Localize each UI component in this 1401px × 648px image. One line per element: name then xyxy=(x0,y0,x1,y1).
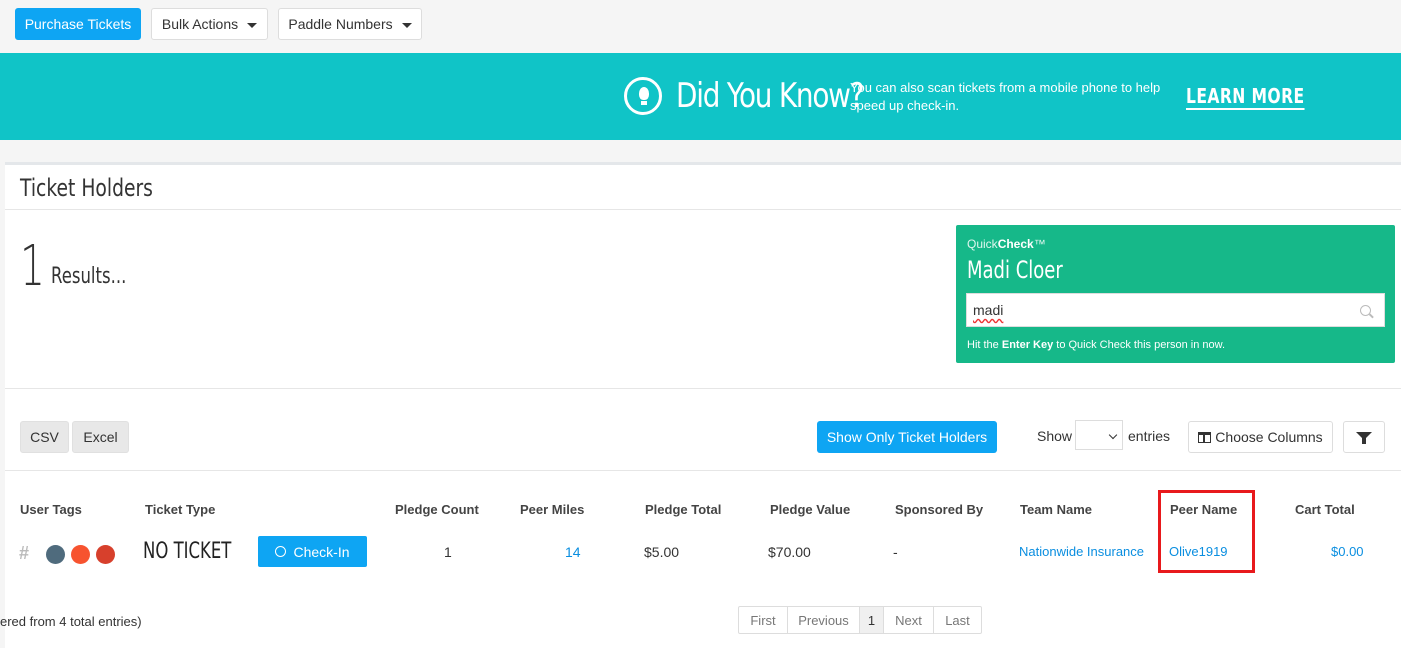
brand-tm: ™ xyxy=(1033,237,1046,251)
pagination: First Previous 1 Next Last xyxy=(738,606,982,634)
quickcheck-hint: Hit the Enter Key to Quick Check this pe… xyxy=(967,339,1225,351)
column-header-pledge-count[interactable]: Pledge Count xyxy=(395,502,479,517)
quickcheck-match-name: Madi Cloer xyxy=(967,256,1063,284)
show-label: Show xyxy=(1037,428,1073,444)
cart-total-link[interactable]: $0.00 xyxy=(1331,544,1364,559)
divider xyxy=(5,209,1401,210)
caret-down-icon xyxy=(247,23,258,28)
user-tag-dot[interactable] xyxy=(96,545,115,564)
user-tag-dot[interactable] xyxy=(71,545,90,564)
user-tag-dot[interactable] xyxy=(46,545,65,564)
choose-columns-label: Choose Columns xyxy=(1215,429,1323,445)
paddle-numbers-label: Paddle Numbers xyxy=(288,16,393,32)
quickcheck-brand: QuickCheck™ xyxy=(967,237,1046,251)
table-info: ered from 4 total entries) xyxy=(0,614,142,629)
brand-light: Quick xyxy=(967,237,998,251)
show-only-label: Show Only Ticket Holders xyxy=(826,429,988,445)
search-icon xyxy=(1360,305,1371,316)
csv-button[interactable]: CSV xyxy=(20,421,69,453)
divider xyxy=(5,388,1401,389)
check-in-button[interactable]: Check-In xyxy=(258,536,367,567)
filter-icon-stem xyxy=(1362,438,1366,444)
highlight-box xyxy=(1158,490,1255,573)
sponsored-by-value: - xyxy=(893,544,898,560)
choose-columns-button[interactable]: Choose Columns xyxy=(1188,421,1333,453)
pledge-count-value: 1 xyxy=(444,544,452,560)
caret-down-icon xyxy=(401,23,412,28)
columns-icon xyxy=(1198,431,1212,443)
page-1-button[interactable]: 1 xyxy=(860,607,884,633)
quickcheck-input-value: madi xyxy=(973,302,1004,318)
banner-heading: Did You Know? xyxy=(676,76,865,116)
column-header-pledge-value[interactable]: Pledge Value xyxy=(770,502,850,517)
page-next-button[interactable]: Next xyxy=(884,607,934,633)
hint-key: Enter Key xyxy=(1001,339,1054,351)
quickcheck-search-input[interactable] xyxy=(966,293,1385,327)
paddle-numbers-dropdown[interactable]: Paddle Numbers xyxy=(278,8,422,40)
purchase-tickets-button[interactable]: Purchase Tickets xyxy=(15,8,141,40)
show-only-ticket-holders-button[interactable]: Show Only Ticket Holders xyxy=(817,421,997,453)
csv-label: CSV xyxy=(30,429,59,445)
ticket-type-value: NO TICKET xyxy=(143,539,232,564)
column-header-sponsored-by[interactable]: Sponsored By xyxy=(895,502,983,517)
lightbulb-icon xyxy=(624,77,662,115)
page-previous-button[interactable]: Previous xyxy=(788,607,860,633)
tag-icon[interactable]: # xyxy=(19,543,29,564)
page-first-button[interactable]: First xyxy=(739,607,788,633)
entries-label: entries xyxy=(1128,428,1171,444)
pledge-value-value: $70.00 xyxy=(768,544,811,560)
circle-icon xyxy=(275,546,287,557)
column-header-ticket-type[interactable]: Ticket Type xyxy=(145,502,215,517)
divider xyxy=(5,470,1401,471)
column-header-peer-miles[interactable]: Peer Miles xyxy=(520,502,584,517)
brand-bold: Check xyxy=(997,237,1034,251)
page-last-button[interactable]: Last xyxy=(934,607,981,633)
panel-title: Ticket Holders xyxy=(20,174,153,202)
purchase-tickets-label: Purchase Tickets xyxy=(24,16,132,32)
bulk-actions-label: Bulk Actions xyxy=(161,16,239,32)
peer-miles-link[interactable]: 14 xyxy=(565,544,581,560)
bulk-actions-dropdown[interactable]: Bulk Actions xyxy=(151,8,268,40)
check-in-label: Check-In xyxy=(293,543,350,560)
banner-text: You can also scan tickets from a mobile … xyxy=(850,80,1161,113)
hint-prefix: Hit the xyxy=(967,339,1002,351)
result-label: Results... xyxy=(51,264,127,289)
column-header-pledge-total[interactable]: Pledge Total xyxy=(645,502,721,517)
learn-more-link[interactable]: LEARN MORE xyxy=(1186,84,1305,108)
column-header-team-name[interactable]: Team Name xyxy=(1020,502,1092,517)
excel-button[interactable]: Excel xyxy=(72,421,129,453)
team-name-link[interactable]: Nationwide Insurance xyxy=(1019,544,1144,559)
result-count: 1 xyxy=(20,234,45,299)
pledge-total-value: $5.00 xyxy=(644,544,680,560)
hint-suffix: to Quick Check this person in now. xyxy=(1053,339,1226,351)
column-header-cart-total[interactable]: Cart Total xyxy=(1295,502,1355,517)
column-header-user-tags[interactable]: User Tags xyxy=(20,502,82,517)
excel-label: Excel xyxy=(83,429,118,445)
